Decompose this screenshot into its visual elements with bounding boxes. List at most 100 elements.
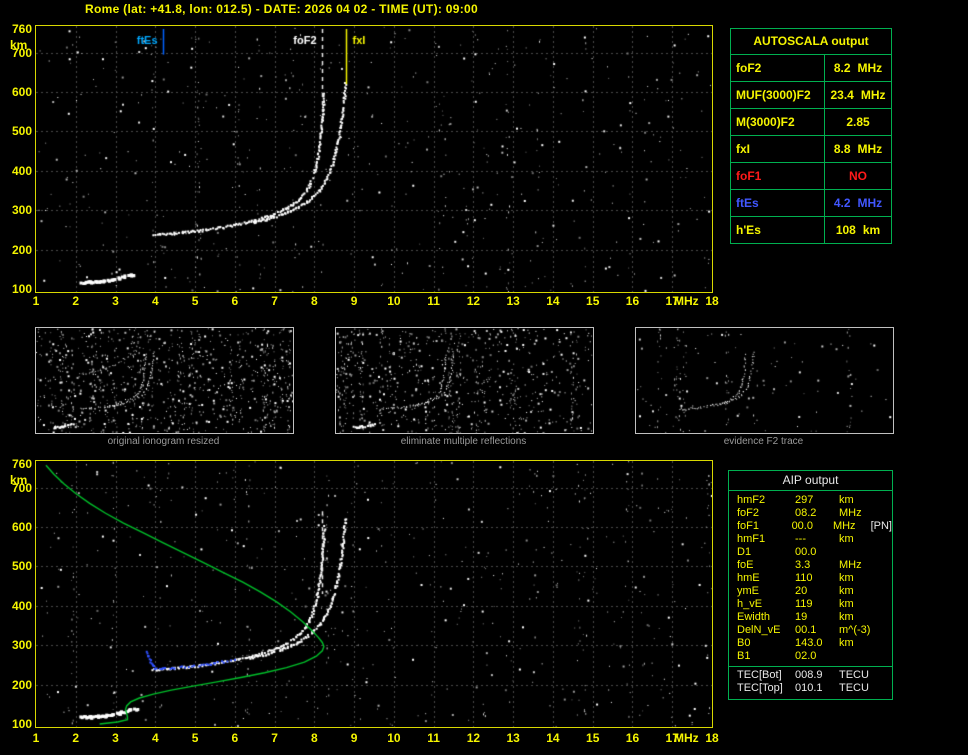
page-title: Rome (lat: +41.8, lon: 012.5) - DATE: 20…	[85, 2, 478, 16]
aip-tec-rows: TEC[Bot]008.9TECUTEC[Top]010.1TECU	[729, 666, 892, 695]
autoscala-row-value: 2.85	[825, 109, 891, 135]
y-tick-label: 400	[0, 164, 32, 178]
y-tick-label: 700	[0, 481, 32, 495]
x-tick-label: 15	[581, 294, 605, 308]
x-tick-label: 11	[422, 294, 446, 308]
thumbnail-caption: eliminate multiple reflections	[335, 436, 592, 447]
aip-row: D100.0	[737, 546, 892, 559]
aip-row: TEC[Top]010.1TECU	[737, 682, 892, 695]
aip-panel: AIP output hmF2297kmfoF208.2MHzfoF100.0M…	[728, 470, 893, 700]
autoscala-window: Rome (lat: +41.8, lon: 012.5) - DATE: 20…	[0, 0, 968, 755]
x-tick-label: 2	[64, 294, 88, 308]
autoscala-row-label: h'Es	[731, 217, 825, 243]
x-tick-label: 14	[541, 294, 565, 308]
x-tick-label: 4	[143, 731, 167, 745]
autoscala-row-value: 108km	[825, 217, 891, 243]
x-tick-label: 12	[461, 294, 485, 308]
x-tick-label: 15	[581, 731, 605, 745]
x-tick-label: 17	[660, 294, 684, 308]
y-tick-label: 500	[0, 559, 32, 573]
y-tick-label: 200	[0, 243, 32, 257]
y-tick-label: 300	[0, 203, 32, 217]
autoscala-row-label: M(3000)F2	[731, 109, 825, 135]
x-tick-label: 13	[501, 294, 525, 308]
autoscala-title: AUTOSCALA output	[731, 29, 891, 55]
x-tick-label: 4	[143, 294, 167, 308]
autoscala-row: ftEs4.2MHz	[731, 189, 891, 216]
autoscala-row: fxI8.8MHz	[731, 135, 891, 162]
autoscala-row: M(3000)F22.85	[731, 108, 891, 135]
x-tick-label: 9	[342, 731, 366, 745]
aip-row: ymE20km	[737, 585, 892, 598]
autoscala-rows: foF28.2MHzMUF(3000)F223.4MHzM(3000)F22.8…	[731, 55, 891, 243]
aip-row: hmF2297km	[737, 494, 892, 507]
x-tick-label: 3	[104, 294, 128, 308]
x-tick-label: 9	[342, 294, 366, 308]
y-tick-label: 700	[0, 46, 32, 60]
y-tick-label: 200	[0, 678, 32, 692]
x-tick-label: 10	[382, 731, 406, 745]
main-ionogram-canvas	[35, 25, 713, 293]
x-tick-label: 16	[620, 294, 644, 308]
autoscala-panel: AUTOSCALA output foF28.2MHzMUF(3000)F223…	[730, 28, 892, 244]
thumbnail-eliminate-reflections	[335, 327, 594, 434]
aip-row: foF100.0MHz[PN]	[737, 520, 892, 533]
aip-row: hmF1---km	[737, 533, 892, 546]
aip-title: AIP output	[729, 471, 892, 491]
x-tick-label: 6	[223, 731, 247, 745]
thumbnail-original-ionogram	[35, 327, 294, 434]
y-tick-label: 500	[0, 124, 32, 138]
x-tick-label: 6	[223, 294, 247, 308]
x-tick-label: 8	[302, 731, 326, 745]
autoscala-row-label: MUF(3000)F2	[731, 82, 825, 108]
autoscala-row-value: 4.2MHz	[825, 190, 891, 216]
aip-rows: hmF2297kmfoF208.2MHzfoF100.0MHz[PN]hmF1-…	[729, 491, 892, 663]
x-tick-label: 1	[24, 731, 48, 745]
aip-row: Ewidth19km	[737, 611, 892, 624]
profile-ionogram-canvas	[35, 460, 713, 728]
aip-row: hmE110km	[737, 572, 892, 585]
autoscala-row-label: foF1	[731, 163, 825, 189]
autoscala-row-value: NO	[825, 163, 891, 189]
y-tick-label: 760	[0, 22, 32, 36]
x-tick-label: 5	[183, 731, 207, 745]
autoscala-row-value: 8.2MHz	[825, 55, 891, 81]
x-tick-label: 14	[541, 731, 565, 745]
y-tick-label: 600	[0, 85, 32, 99]
autoscala-row-label: foF2	[731, 55, 825, 81]
x-tick-label: 8	[302, 294, 326, 308]
x-tick-label: 11	[422, 731, 446, 745]
x-tick-label: 12	[461, 731, 485, 745]
aip-row: DelN_vE00.1m^(-3)	[737, 624, 892, 637]
thumbnail-caption: original ionogram resized	[35, 436, 292, 447]
aip-row: B0143.0km	[737, 637, 892, 650]
aip-row: foF208.2MHz	[737, 507, 892, 520]
thumbnail-caption: evidence F2 trace	[635, 436, 892, 447]
y-tick-label: 100	[0, 282, 32, 296]
aip-row: TEC[Bot]008.9TECU	[737, 669, 892, 682]
aip-row: foE3.3MHz	[737, 559, 892, 572]
autoscala-row-label: ftEs	[731, 190, 825, 216]
autoscala-row-value: 8.8MHz	[825, 136, 891, 162]
x-tick-label: 10	[382, 294, 406, 308]
aip-row: B102.0	[737, 650, 892, 663]
x-tick-label: 7	[263, 294, 287, 308]
autoscala-row-value: 23.4MHz	[825, 82, 891, 108]
x-tick-label: 5	[183, 294, 207, 308]
x-tick-label: 2	[64, 731, 88, 745]
x-tick-label: 16	[620, 731, 644, 745]
aip-row: h_vE119km	[737, 598, 892, 611]
y-tick-label: 600	[0, 520, 32, 534]
autoscala-row: MUF(3000)F223.4MHz	[731, 81, 891, 108]
autoscala-row: foF28.2MHz	[731, 55, 891, 81]
y-tick-label: 100	[0, 717, 32, 731]
autoscala-row: h'Es108km	[731, 216, 891, 243]
x-tick-label: 18	[700, 294, 724, 308]
x-tick-label: 7	[263, 731, 287, 745]
autoscala-row: foF1NO	[731, 162, 891, 189]
x-tick-label: 18	[700, 731, 724, 745]
y-tick-label: 400	[0, 599, 32, 613]
x-tick-label: 1	[24, 294, 48, 308]
x-tick-label: 13	[501, 731, 525, 745]
autoscala-row-label: fxI	[731, 136, 825, 162]
